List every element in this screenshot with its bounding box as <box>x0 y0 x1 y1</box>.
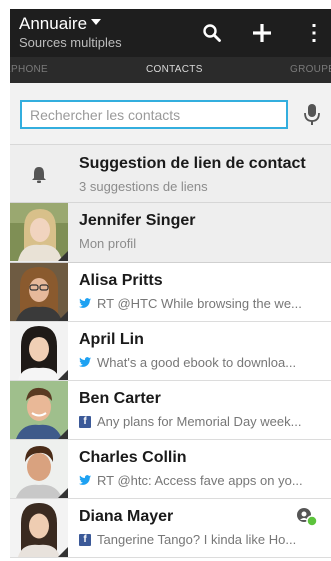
app-subtitle: Sources multiples <box>19 35 122 50</box>
avatar <box>10 322 68 380</box>
overflow-menu-icon[interactable] <box>302 21 326 45</box>
contact-name: Ben Carter <box>79 390 161 407</box>
contact-status-text: RT @htc: Access fave apps on yo... <box>97 473 303 488</box>
contacts-screen: Annuaire Sources multiples PHONE CONTACT… <box>10 9 331 561</box>
avatar <box>10 440 68 498</box>
tab-contacts[interactable]: CONTACTS <box>146 57 203 83</box>
contact-status: RT @htc: Access fave apps on yo... <box>79 473 324 488</box>
contact-status-text: Any plans for Memorial Day week... <box>97 414 302 429</box>
app-title: Annuaire <box>19 14 122 34</box>
twitter-icon <box>79 357 91 369</box>
avatar <box>10 203 68 261</box>
avatar-corner-icon <box>58 488 68 498</box>
facebook-icon: f <box>79 533 91 546</box>
dropdown-caret-icon <box>91 19 102 25</box>
avatar-corner-icon <box>58 547 68 557</box>
contact-row[interactable]: Diana Mayer f Tangerine Tango? I kinda l… <box>10 499 331 558</box>
contact-row[interactable]: Alisa Pritts RT @HTC While browsing the … <box>10 263 331 322</box>
tab-bar: ÉPHONE CONTACTS GROUPE <box>10 57 331 83</box>
contact-name: April Lin <box>79 331 144 348</box>
contact-status: f Tangerine Tango? I kinda like Ho... <box>79 532 324 547</box>
contact-name: Charles Collin <box>79 449 187 466</box>
my-profile-row[interactable]: Jennifer Singer Mon profil <box>10 203 331 263</box>
avatar-corner-icon <box>58 311 68 321</box>
contact-row[interactable]: April Lin What's a good ebook to downloa… <box>10 322 331 381</box>
contact-status: RT @HTC While browsing the we... <box>79 296 324 311</box>
add-icon[interactable] <box>250 21 274 45</box>
chat-online-icon[interactable] <box>296 507 318 527</box>
contact-row[interactable]: Ben Carter f Any plans for Memorial Day … <box>10 381 331 440</box>
tab-phone[interactable]: ÉPHONE <box>10 57 48 83</box>
search-icon[interactable] <box>200 21 224 45</box>
source-selector[interactable]: Annuaire Sources multiples <box>19 14 122 51</box>
twitter-icon <box>79 475 91 487</box>
avatar <box>10 263 68 321</box>
avatar-corner-icon <box>58 251 68 261</box>
avatar <box>10 381 68 439</box>
contact-row[interactable]: Charles Collin RT @htc: Access fave apps… <box>10 440 331 499</box>
suggestion-title: Suggestion de lien de contact <box>79 155 306 172</box>
search-input[interactable] <box>22 102 286 127</box>
app-title-text: Annuaire <box>19 14 88 33</box>
tab-groups[interactable]: GROUPE <box>290 57 331 83</box>
profile-name: Jennifer Singer <box>79 212 196 229</box>
contact-name: Alisa Pritts <box>79 272 163 289</box>
suggestion-subtitle: 3 suggestions de liens <box>79 179 208 194</box>
contact-status-text: Tangerine Tango? I kinda like Ho... <box>97 532 297 547</box>
contact-status-text: What's a good ebook to downloa... <box>97 355 297 370</box>
contact-name: Diana Mayer <box>79 508 174 525</box>
search-row <box>10 83 331 145</box>
contact-status: What's a good ebook to downloa... <box>79 355 324 370</box>
profile-subtitle: Mon profil <box>79 236 137 251</box>
twitter-icon <box>79 298 91 310</box>
contact-status-text: RT @HTC While browsing the we... <box>97 296 302 311</box>
avatar-corner-icon <box>58 429 68 439</box>
avatar-corner-icon <box>58 370 68 380</box>
contact-status: f Any plans for Memorial Day week... <box>79 414 324 429</box>
bell-icon <box>29 165 49 190</box>
action-bar: Annuaire Sources multiples <box>10 9 331 57</box>
microphone-icon[interactable] <box>302 103 322 127</box>
avatar <box>10 499 68 557</box>
contact-link-suggestion[interactable]: Suggestion de lien de contact 3 suggesti… <box>10 145 331 203</box>
facebook-icon: f <box>79 415 91 428</box>
search-box <box>20 100 288 129</box>
